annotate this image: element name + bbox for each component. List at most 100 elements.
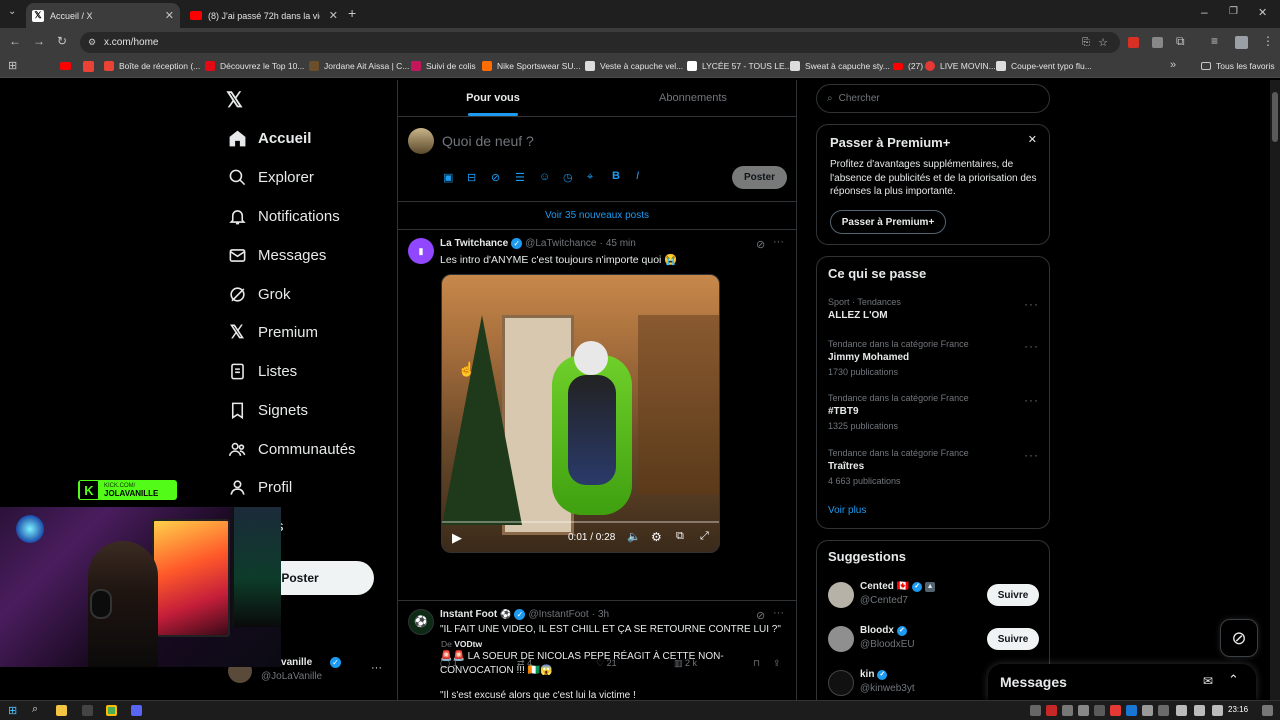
suggestion-item[interactable]: Bloodx ✓ @BloodxEU Suivre [817, 623, 1049, 655]
trend-item[interactable]: Tendance dans la catégorie France Jimmy … [817, 339, 1049, 379]
bookmark-nike[interactable]: Nike Sportswear SU... [482, 61, 581, 71]
url-field[interactable]: ⚙ x.com/home ⎘ ☆ [80, 32, 1120, 53]
settings-icon[interactable]: ⚙ [651, 530, 662, 544]
follow-button[interactable]: Suivre [987, 584, 1039, 606]
discord-icon[interactable] [131, 705, 142, 716]
trend-more-icon[interactable]: ··· [1024, 297, 1039, 311]
new-posts-banner[interactable]: Voir 35 nouveaux posts [398, 201, 796, 229]
sidebar-item-communautes[interactable]: Communautés [226, 434, 356, 464]
page-scrollbar[interactable] [1270, 80, 1280, 700]
compose-post-button[interactable]: Poster [732, 166, 787, 189]
pip-icon[interactable]: ⧉ [676, 530, 684, 543]
video-progress-track[interactable] [442, 521, 719, 523]
extension-grey-icon[interactable] [1152, 37, 1163, 48]
account-more-icon[interactable]: ··· [371, 662, 382, 674]
tray-icon[interactable] [1030, 705, 1041, 716]
tab-pour-vous[interactable]: Pour vous [398, 80, 588, 116]
bookmark-live[interactable]: LIVE MOVIN... [925, 61, 996, 71]
post-time[interactable]: 3h [598, 609, 609, 620]
tab-x-home[interactable]: 𝕏 Accueil / X ✕ [26, 3, 180, 28]
tray-icon[interactable] [1062, 705, 1073, 716]
trend-more-icon[interactable]: ··· [1024, 448, 1039, 462]
new-tab-icon[interactable]: + [348, 5, 356, 21]
back-icon[interactable]: ← [9, 34, 21, 48]
tab-youtube[interactable]: (8) J'ai passé 72h dans la vie de ✕ [184, 3, 344, 28]
tab-search-icon[interactable]: ⌄ [8, 6, 16, 17]
minimize-icon[interactable]: – [1201, 5, 1208, 19]
post-time[interactable]: 45 min [606, 238, 636, 249]
tray-icon[interactable] [1094, 705, 1105, 716]
post-avatar[interactable]: ⚽ [408, 609, 434, 635]
chrome-icon[interactable] [106, 705, 117, 716]
site-info-icon[interactable]: ⚙ [88, 37, 96, 48]
new-message-icon[interactable]: ✉ [1203, 674, 1213, 688]
bookmark-coupe-vent[interactable]: Coupe-vent typo flu... [996, 61, 1092, 71]
sidebar-item-signets[interactable]: Signets [226, 395, 308, 425]
extensions-icon[interactable]: ⧉ [1176, 34, 1185, 49]
sidebar-item-profil[interactable]: Profil [226, 472, 292, 502]
gif-icon[interactable]: ⊟ [467, 171, 476, 184]
app-icon[interactable] [82, 705, 93, 716]
sidebar-item-grok[interactable]: Grok [226, 279, 291, 309]
scrollbar-thumb[interactable] [1272, 92, 1278, 142]
star-icon[interactable]: ☆ [1098, 36, 1108, 49]
bluetooth-icon[interactable] [1126, 705, 1137, 716]
close-tab-icon[interactable]: ✕ [165, 9, 174, 22]
close-icon[interactable]: ✕ [1028, 133, 1037, 146]
bookmark-youtube-27[interactable]: (27) [893, 61, 923, 71]
trend-more-icon[interactable]: ··· [1024, 339, 1039, 353]
post-author[interactable]: Instant Foot [440, 609, 497, 620]
close-tab-icon[interactable]: ✕ [329, 9, 338, 22]
taskbar-search-icon[interactable]: ⌕ [32, 703, 38, 716]
suggestion-item[interactable]: Cented 🇨🇦 ✓ ▲ @Cented7 Suivre [817, 579, 1049, 611]
volume-tray-icon[interactable] [1194, 705, 1205, 716]
close-window-icon[interactable]: ✕ [1258, 6, 1267, 19]
sidebar-item-accueil[interactable]: Accueil [226, 123, 311, 153]
bookmark-lycee[interactable]: LYCÉE 57 - TOUS LE... [687, 61, 792, 71]
volume-icon[interactable]: 🔈 [627, 530, 641, 543]
play-icon[interactable]: ▶ [452, 530, 462, 546]
trend-item[interactable]: Tendance dans la catégorie France Traîtr… [817, 448, 1049, 488]
x-logo-icon[interactable]: 𝕏 [226, 88, 243, 113]
compose-avatar[interactable] [408, 128, 434, 154]
emoji-icon[interactable]: ☺ [539, 171, 550, 183]
suggestion-avatar[interactable] [828, 670, 854, 696]
profile-avatar[interactable] [1235, 36, 1248, 49]
sidebar-item-notifications[interactable]: Notifications [226, 201, 340, 231]
tray-icon[interactable] [1158, 705, 1169, 716]
tray-icon[interactable] [1212, 705, 1223, 716]
bookmark-veste[interactable]: Veste à capuche vel... [585, 61, 683, 71]
compose-input[interactable]: Quoi de neuf ? [442, 133, 534, 149]
suggestion-avatar[interactable] [828, 626, 854, 652]
bookmark-gmail[interactable]: Boîte de réception (... [104, 61, 200, 71]
sidebar-item-premium[interactable]: 𝕏 Premium [226, 317, 318, 347]
sidebar-item-messages[interactable]: Messages [226, 240, 326, 270]
menu-icon[interactable]: ⋮ [1262, 34, 1274, 48]
clock[interactable]: 23:16 [1228, 705, 1248, 714]
restore-icon[interactable]: ❐ [1229, 6, 1238, 17]
network-icon[interactable] [1176, 705, 1187, 716]
post-more-icon[interactable]: ··· [773, 236, 784, 248]
suggestion-avatar[interactable] [828, 582, 854, 608]
tray-icon[interactable] [1046, 705, 1057, 716]
fullscreen-icon[interactable]: ⤢ [700, 530, 709, 543]
more-bookmarks-icon[interactable]: » [1170, 59, 1176, 71]
schedule-icon[interactable]: ◷ [563, 171, 573, 184]
grok-explain-icon[interactable]: ⊘ [756, 609, 765, 622]
follow-button[interactable]: Suivre [987, 628, 1039, 650]
media-icon[interactable]: ≡ [1211, 34, 1218, 48]
install-icon[interactable]: ⎘ [1082, 37, 1090, 48]
bookmark-suivi-colis[interactable]: Suivi de colis [411, 61, 476, 71]
tray-icon[interactable] [1142, 705, 1153, 716]
messages-drawer[interactable]: Messages ✉ ⌃ [988, 664, 1256, 700]
sidebar-item-explorer[interactable]: Explorer [226, 162, 314, 192]
image-icon[interactable]: ▣ [443, 171, 453, 184]
trends-see-more[interactable]: Voir plus [828, 505, 866, 516]
sidebar-item-listes[interactable]: Listes [226, 356, 297, 386]
search-box[interactable]: ⌕ Chercher [816, 84, 1050, 113]
premium-button[interactable]: Passer à Premium+ [830, 210, 946, 234]
expand-icon[interactable]: ⌃ [1228, 672, 1239, 688]
post-handle[interactable]: @LaTwitchance [525, 238, 596, 249]
bookmark-top10[interactable]: Découvrez le Top 10... [205, 61, 304, 71]
tray-icon[interactable] [1078, 705, 1089, 716]
